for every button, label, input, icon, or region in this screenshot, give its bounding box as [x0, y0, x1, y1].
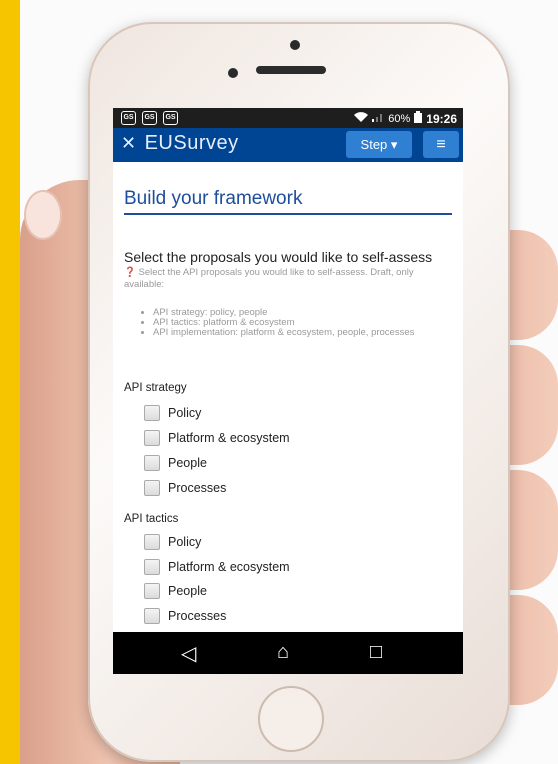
- checkbox[interactable]: [144, 534, 160, 550]
- phone-screen: GS GS GS 60% 19:26 ✕ EUSurvey Step ▾ ≡ Bu…: [113, 108, 463, 674]
- checkbox-option[interactable]: Policy: [144, 534, 201, 550]
- notification-icon: GS: [163, 111, 178, 125]
- wifi-icon: [354, 111, 369, 126]
- option-label: Platform & ecosystem: [168, 431, 290, 445]
- help-text: ❓ Select the API proposals you would lik…: [124, 267, 454, 291]
- sensor: [228, 68, 238, 78]
- checkbox-option[interactable]: Processes: [144, 608, 226, 624]
- checkbox[interactable]: [144, 430, 160, 446]
- checkbox[interactable]: [144, 583, 160, 599]
- step-button[interactable]: Step ▾: [346, 131, 412, 158]
- survey-content: Build your framework Select the proposal…: [113, 162, 463, 632]
- app-logo[interactable]: ✕ EUSurvey: [121, 132, 239, 155]
- option-label: Policy: [168, 406, 202, 420]
- option-label: Processes: [168, 609, 227, 623]
- option-label: People: [168, 456, 207, 470]
- help-icon: ❓: [124, 267, 136, 278]
- earpiece-speaker: [256, 66, 326, 74]
- battery-percent: 60%: [388, 112, 411, 125]
- checkbox[interactable]: [144, 608, 160, 624]
- notification-icon: GS: [142, 111, 157, 125]
- option-label: Processes: [168, 481, 227, 495]
- checkbox-option[interactable]: Processes: [144, 480, 226, 496]
- front-camera: [290, 40, 300, 50]
- menu-button[interactable]: ≡: [423, 131, 459, 158]
- checkbox-option[interactable]: Platform & ecosystem: [144, 430, 290, 446]
- page-title: Build your framework: [124, 188, 303, 209]
- checkbox-option[interactable]: People: [144, 455, 207, 471]
- group-label-api-tactics: API tactics: [124, 513, 179, 525]
- bullet-item: API implementation: platform & ecosystem…: [153, 328, 463, 338]
- app-name: EUSurvey: [144, 132, 239, 154]
- checkbox-option[interactable]: Platform & ecosystem: [144, 559, 290, 575]
- android-navigation-bar: ◁ ⌂ □: [113, 632, 463, 674]
- back-icon[interactable]: ◁: [181, 641, 196, 666]
- hamburger-icon: ≡: [436, 136, 446, 153]
- recent-apps-icon[interactable]: □: [370, 641, 382, 664]
- option-label: People: [168, 584, 207, 598]
- checkbox[interactable]: [144, 559, 160, 575]
- question-text: Select the proposals you would like to s…: [124, 249, 433, 265]
- home-icon[interactable]: ⌂: [277, 641, 289, 664]
- home-hardware-button[interactable]: [258, 686, 324, 752]
- title-underline: [124, 213, 452, 215]
- help-text-body: Select the API proposals you would like …: [124, 267, 414, 290]
- status-bar: GS GS GS 60% 19:26: [113, 108, 463, 128]
- checkbox[interactable]: [144, 480, 160, 496]
- option-label: Platform & ecosystem: [168, 560, 290, 574]
- eusurvey-logo-icon: ✕: [121, 133, 137, 153]
- checkbox[interactable]: [144, 405, 160, 421]
- option-label: Policy: [168, 535, 202, 549]
- checkbox-option[interactable]: Policy: [144, 405, 201, 421]
- checkbox[interactable]: [144, 455, 160, 471]
- clock: 19:26: [426, 111, 457, 126]
- battery-icon: [414, 111, 423, 126]
- group-label-api-strategy: API strategy: [124, 382, 187, 394]
- thumb-nail: [24, 190, 62, 240]
- navbar: ✕ EUSurvey Step ▾ ≡: [113, 128, 463, 162]
- notification-icon: GS: [121, 111, 136, 125]
- checkbox-option[interactable]: People: [144, 583, 207, 599]
- signal-icon: [372, 112, 384, 125]
- bullet-list: API strategy: policy, people API tactics…: [143, 308, 463, 338]
